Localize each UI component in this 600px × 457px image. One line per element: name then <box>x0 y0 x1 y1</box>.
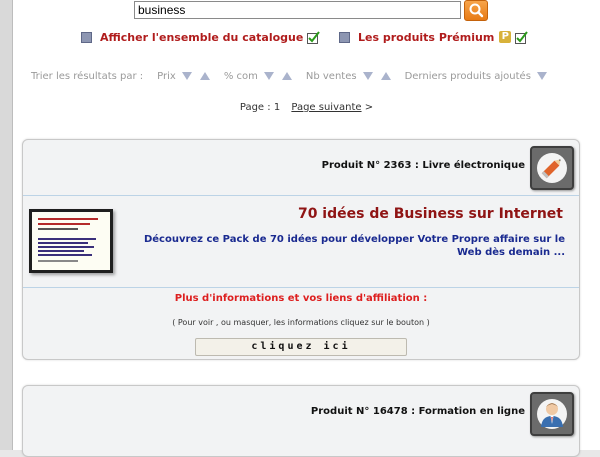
pagination: Page : 1 Page suivante > <box>13 102 600 113</box>
main-content: Afficher l'ensemble du catalogue Les pro… <box>13 0 600 457</box>
next-arrow: > <box>364 102 374 113</box>
card-divider <box>23 287 579 288</box>
affiliation-note: ( Pour voir , ou masquer, les informatio… <box>172 318 430 327</box>
sort-commission-label: % com <box>223 70 258 82</box>
product-title[interactable]: 70 idées de Business sur Internet <box>298 206 563 222</box>
ebook-cover-image <box>32 212 110 270</box>
product-type-badge <box>530 392 574 436</box>
pencil-icon <box>537 153 567 183</box>
sort-bar: Trier les résultats par : Prix % com Nb … <box>31 69 561 83</box>
sort-desc-icon[interactable] <box>536 72 547 80</box>
premium-p-icon: P <box>499 31 512 43</box>
sort-commission: % com <box>224 71 292 82</box>
card-divider <box>23 195 579 196</box>
sort-desc-icon[interactable] <box>181 72 192 80</box>
left-gutter <box>0 0 13 450</box>
sort-latest-label: Derniers produits ajoutés <box>404 70 531 82</box>
product-header: Produit N° 2363 : Livre électronique <box>321 160 525 171</box>
premium-label: Les produits Prémium <box>358 30 495 44</box>
sort-sales: Nb ventes <box>306 71 391 82</box>
sort-asc-icon[interactable] <box>199 72 210 80</box>
sort-desc-icon[interactable] <box>263 72 274 80</box>
search-input[interactable] <box>134 1 461 19</box>
sort-price-label: Prix <box>157 70 176 82</box>
sort-price: Prix <box>157 71 210 82</box>
sort-label: Trier les résultats par : <box>31 70 144 82</box>
product-type-badge <box>530 146 574 190</box>
affiliation-heading: Plus d'informations et vos liens d'affil… <box>174 293 428 304</box>
green-check-icon <box>515 30 529 44</box>
show-info-button[interactable]: cliquez ici <box>195 338 407 356</box>
filter-all-catalog[interactable]: Afficher l'ensemble du catalogue <box>81 29 321 45</box>
sort-asc-icon[interactable] <box>380 72 391 80</box>
next-page-link[interactable]: Page suivante <box>291 102 361 113</box>
product-header: Produit N° 16478 : Formation en ligne <box>310 406 525 417</box>
green-check-icon <box>307 30 321 44</box>
product-description: Découvrez ce Pack de 70 idées pour dével… <box>143 234 565 258</box>
product-card: Produit N° 16478 : Formation en ligne <box>22 385 580 457</box>
premium-checkbox[interactable] <box>339 31 350 43</box>
page-label: Page : <box>239 102 271 113</box>
person-icon <box>537 399 567 429</box>
product-thumbnail[interactable] <box>29 209 113 273</box>
search-button[interactable] <box>464 0 488 21</box>
filter-premium[interactable]: Les produits Prémium P <box>339 29 529 45</box>
sort-asc-icon[interactable] <box>281 72 292 80</box>
sort-desc-icon[interactable] <box>362 72 373 80</box>
all-catalog-label: Afficher l'ensemble du catalogue <box>100 30 304 44</box>
search-icon <box>469 3 484 18</box>
all-catalog-checkbox[interactable] <box>81 31 92 43</box>
product-card: Produit N° 2363 : Livre électronique 70 … <box>22 139 580 360</box>
sort-sales-label: Nb ventes <box>305 70 357 82</box>
sort-latest: Derniers produits ajoutés <box>405 71 547 82</box>
current-page: 1 <box>273 102 281 113</box>
